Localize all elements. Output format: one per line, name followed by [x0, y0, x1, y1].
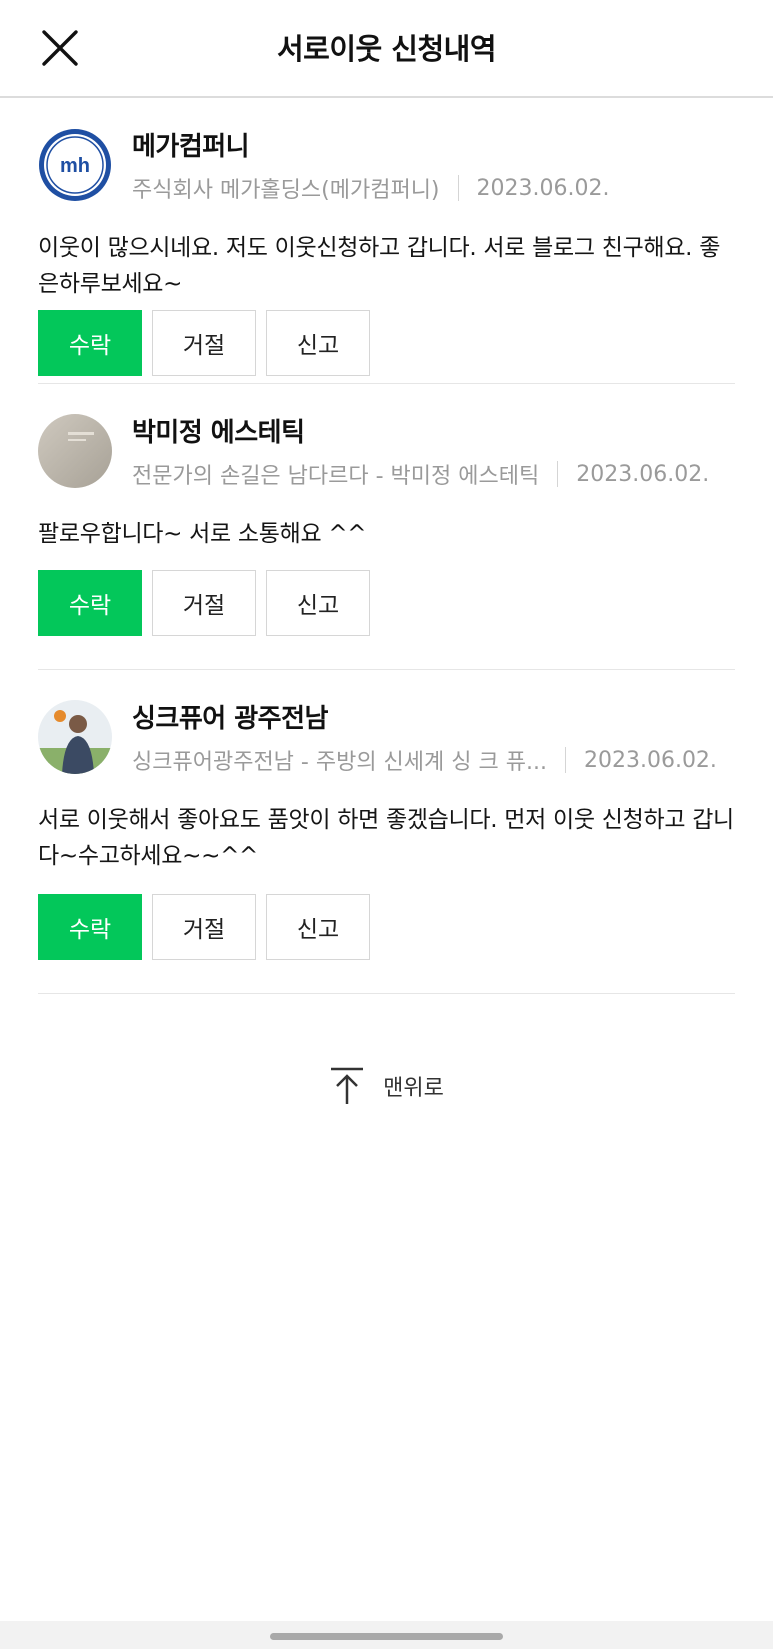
reject-button[interactable]: 거절 [152, 894, 256, 960]
blog-title[interactable]: 전문가의 손길은 남다르다 - 박미정 에스테틱 [132, 458, 539, 490]
report-button[interactable]: 신고 [266, 570, 370, 636]
accept-button[interactable]: 수락 [38, 570, 142, 636]
request-message: 이웃이 많으시네요. 저도 이웃신청하고 갑니다. 서로 블로그 친구해요. 좋… [38, 235, 721, 297]
arrow-up-icon [331, 1067, 364, 1104]
action-buttons: 수락 거절 신고 [38, 570, 370, 636]
accept-button[interactable]: 수락 [38, 894, 142, 960]
neighbor-name[interactable]: 메가컴퍼니 [132, 126, 250, 163]
page-title: 서로이웃 신청내역 [276, 32, 497, 66]
request-message: 팔로우합니다~ 서로 소통해요 ^^ [38, 521, 367, 547]
blog-title[interactable]: 주식회사 메가홀딩스(메가컴퍼니) [132, 172, 440, 204]
request-list: mh 메가컴퍼니 주식회사 메가홀딩스(메가컴퍼니) 2023.06.02. 이… [0, 98, 773, 994]
list-item: mh 메가컴퍼니 주식회사 메가홀딩스(메가컴퍼니) 2023.06.02. 이… [38, 98, 735, 384]
action-buttons: 수락 거절 신고 [38, 310, 370, 376]
blog-title[interactable]: 싱크퓨어광주전남 - 주방의 신세계 싱 크 퓨... [132, 744, 547, 776]
blog-meta: 주식회사 메가홀딩스(메가컴퍼니) 2023.06.02. [132, 172, 610, 204]
request-date: 2023.06.02. [476, 175, 610, 201]
photo-avatar[interactable] [38, 414, 112, 488]
list-item: 싱크퓨어 광주전남 싱크퓨어광주전남 - 주방의 신세계 싱 크 퓨... 20… [38, 670, 735, 994]
report-button[interactable]: 신고 [266, 310, 370, 376]
blog-meta: 싱크퓨어광주전남 - 주방의 신세계 싱 크 퓨... 2023.06.02. [132, 744, 717, 776]
divider [564, 747, 566, 773]
accept-button[interactable]: 수락 [38, 310, 142, 376]
action-buttons: 수락 거절 신고 [38, 894, 370, 960]
company-logo-avatar[interactable]: mh [38, 128, 112, 202]
reject-button[interactable]: 거절 [152, 310, 256, 376]
neighbor-name[interactable]: 싱크퓨어 광주전남 [132, 698, 328, 735]
reject-button[interactable]: 거절 [152, 570, 256, 636]
divider [557, 461, 559, 487]
person-photo-avatar[interactable] [38, 700, 112, 774]
request-date: 2023.06.02. [576, 461, 710, 487]
report-button[interactable]: 신고 [266, 894, 370, 960]
svg-text:mh: mh [60, 155, 90, 177]
request-message: 서로 이웃해서 좋아요도 품앗이 하면 좋겠습니다. 먼저 이웃 신청하고 갑니… [38, 807, 734, 869]
back-to-top-label: 맨위로 [383, 1076, 444, 1101]
back-to-top-button[interactable]: 맨위로 [0, 1066, 773, 1106]
system-nav-bar [0, 1621, 773, 1649]
list-item: 박미정 에스테틱 전문가의 손길은 남다르다 - 박미정 에스테틱 2023.0… [38, 384, 735, 670]
request-date: 2023.06.02. [583, 747, 717, 773]
top-bar: 서로이웃 신청내역 [0, 0, 773, 98]
divider [457, 175, 459, 201]
home-indicator[interactable] [270, 1633, 503, 1640]
blog-meta: 전문가의 손길은 남다르다 - 박미정 에스테틱 2023.06.02. [132, 458, 709, 490]
neighbor-name[interactable]: 박미정 에스테틱 [132, 412, 305, 449]
